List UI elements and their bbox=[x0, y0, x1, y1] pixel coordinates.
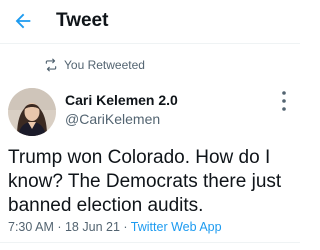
meta-separator: · bbox=[119, 220, 131, 234]
retweet-icon bbox=[44, 58, 58, 72]
app-header: Tweet bbox=[0, 0, 300, 44]
tweet-date: 18 Jun 21 bbox=[64, 220, 120, 234]
tweet-metadata: 7:30 AM · 18 Jun 21 · Twitter Web App bbox=[8, 219, 222, 235]
social-context-label: You Retweeted bbox=[64, 58, 145, 72]
arrow-left-icon bbox=[15, 13, 31, 29]
tweet-source-link[interactable]: Twitter Web App bbox=[131, 220, 222, 234]
meta-separator: · bbox=[53, 220, 65, 234]
author-display-name[interactable]: Cari Kelemen 2.0 bbox=[65, 91, 178, 109]
back-button[interactable] bbox=[12, 10, 34, 32]
tweet-time: 7:30 AM bbox=[8, 220, 54, 234]
tweet-text: Trump won Colorado. How do I know? The D… bbox=[8, 147, 282, 216]
author-handle[interactable]: @CariKelemen bbox=[65, 110, 160, 128]
more-vertical-icon bbox=[282, 91, 286, 111]
avatar[interactable] bbox=[8, 88, 56, 136]
page-title: Tweet bbox=[56, 10, 109, 31]
divider bbox=[0, 242, 300, 243]
more-options-button[interactable] bbox=[278, 88, 290, 114]
